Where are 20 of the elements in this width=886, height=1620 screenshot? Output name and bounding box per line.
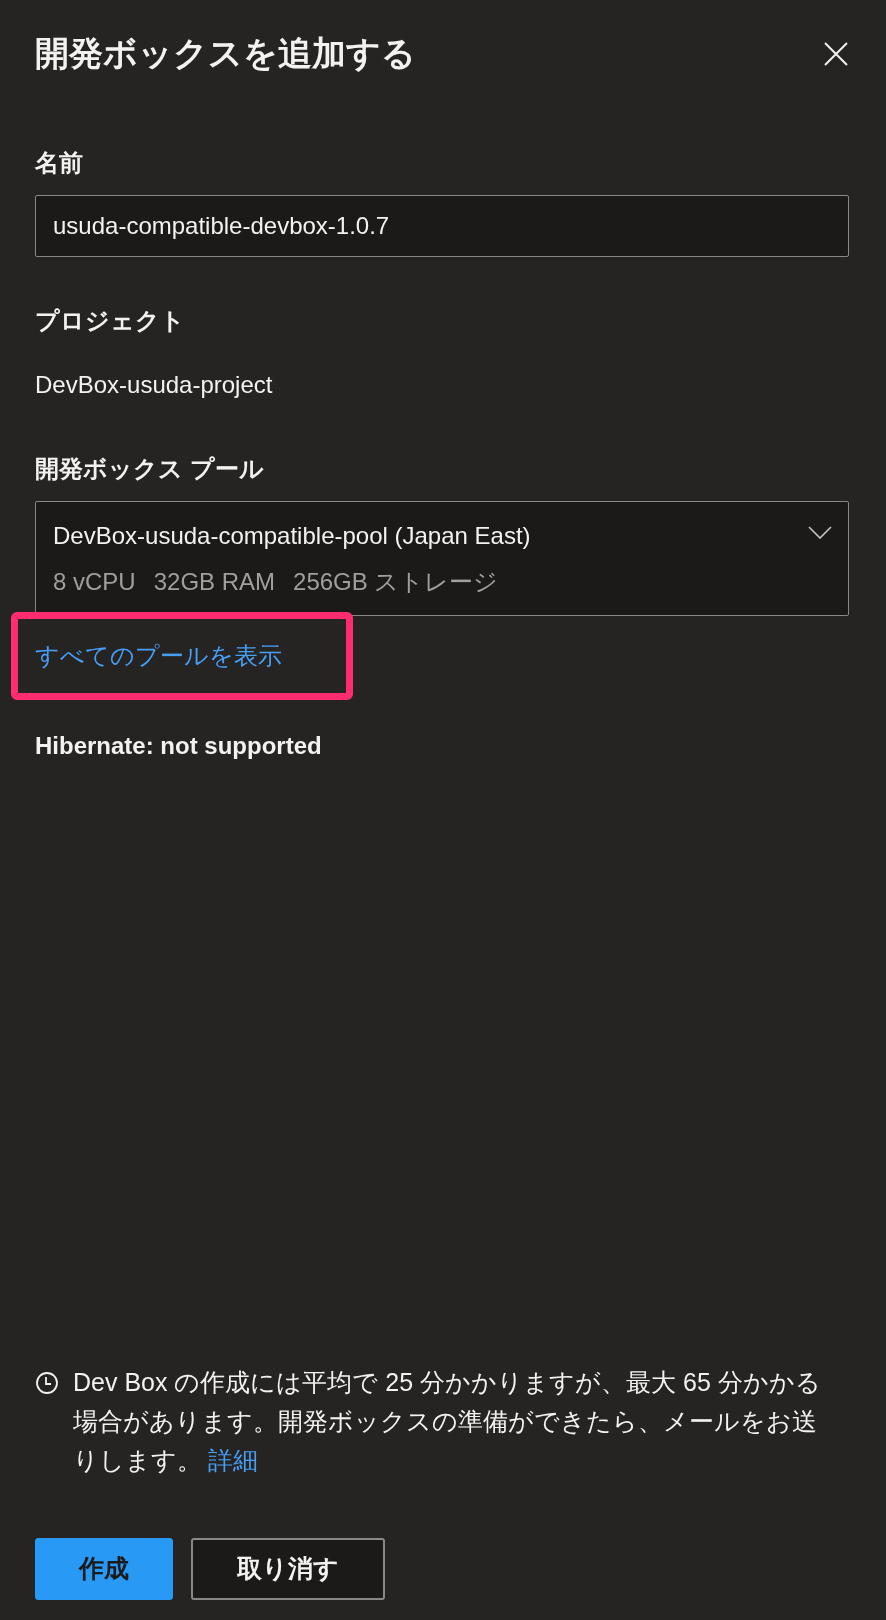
- chevron-down-icon: [808, 526, 832, 539]
- close-icon[interactable]: [823, 40, 849, 67]
- field-label: 開発ボックス プール: [35, 454, 265, 484]
- view-all-pools-link[interactable]: すべてのプールを表示: [35, 638, 282, 674]
- field-label: プロジェクト: [35, 306, 186, 336]
- creation-time-notice: Dev Box の作成には平均で 25 分かかりますが、最大 65 分かかる場合があります。開発ボックスの準備ができたら、メールをお送りします。 詳細: [73, 1367, 822, 1476]
- pool-dropdown[interactable]: DevBox-usuda-compatible-pool (Japan East) 8 vCPU 32GB RAM 256GB ストレージ: [35, 501, 849, 616]
- pool-spec: 256GB ストレージ: [293, 567, 499, 597]
- panel-title: 開発ボックスを追加する: [35, 33, 416, 74]
- create-button[interactable]: 作成: [35, 1538, 173, 1600]
- field-label: 名前: [35, 148, 84, 178]
- hibernate-status: Hibernate: not supported: [35, 731, 323, 761]
- pool-name: DevBox-usuda-compatible-pool (Japan East): [53, 521, 531, 551]
- pool-spec: 8 vCPU: [53, 567, 136, 597]
- project-value: DevBox-usuda-project: [35, 370, 274, 400]
- name-input-field[interactable]: usuda-compatible-devbox-1.0.7: [35, 195, 849, 257]
- cancel-button[interactable]: 取り消す: [191, 1538, 385, 1600]
- clock-icon: [35, 1371, 59, 1395]
- details-link[interactable]: 詳細: [208, 1446, 258, 1474]
- pool-spec: 32GB RAM: [153, 567, 276, 597]
